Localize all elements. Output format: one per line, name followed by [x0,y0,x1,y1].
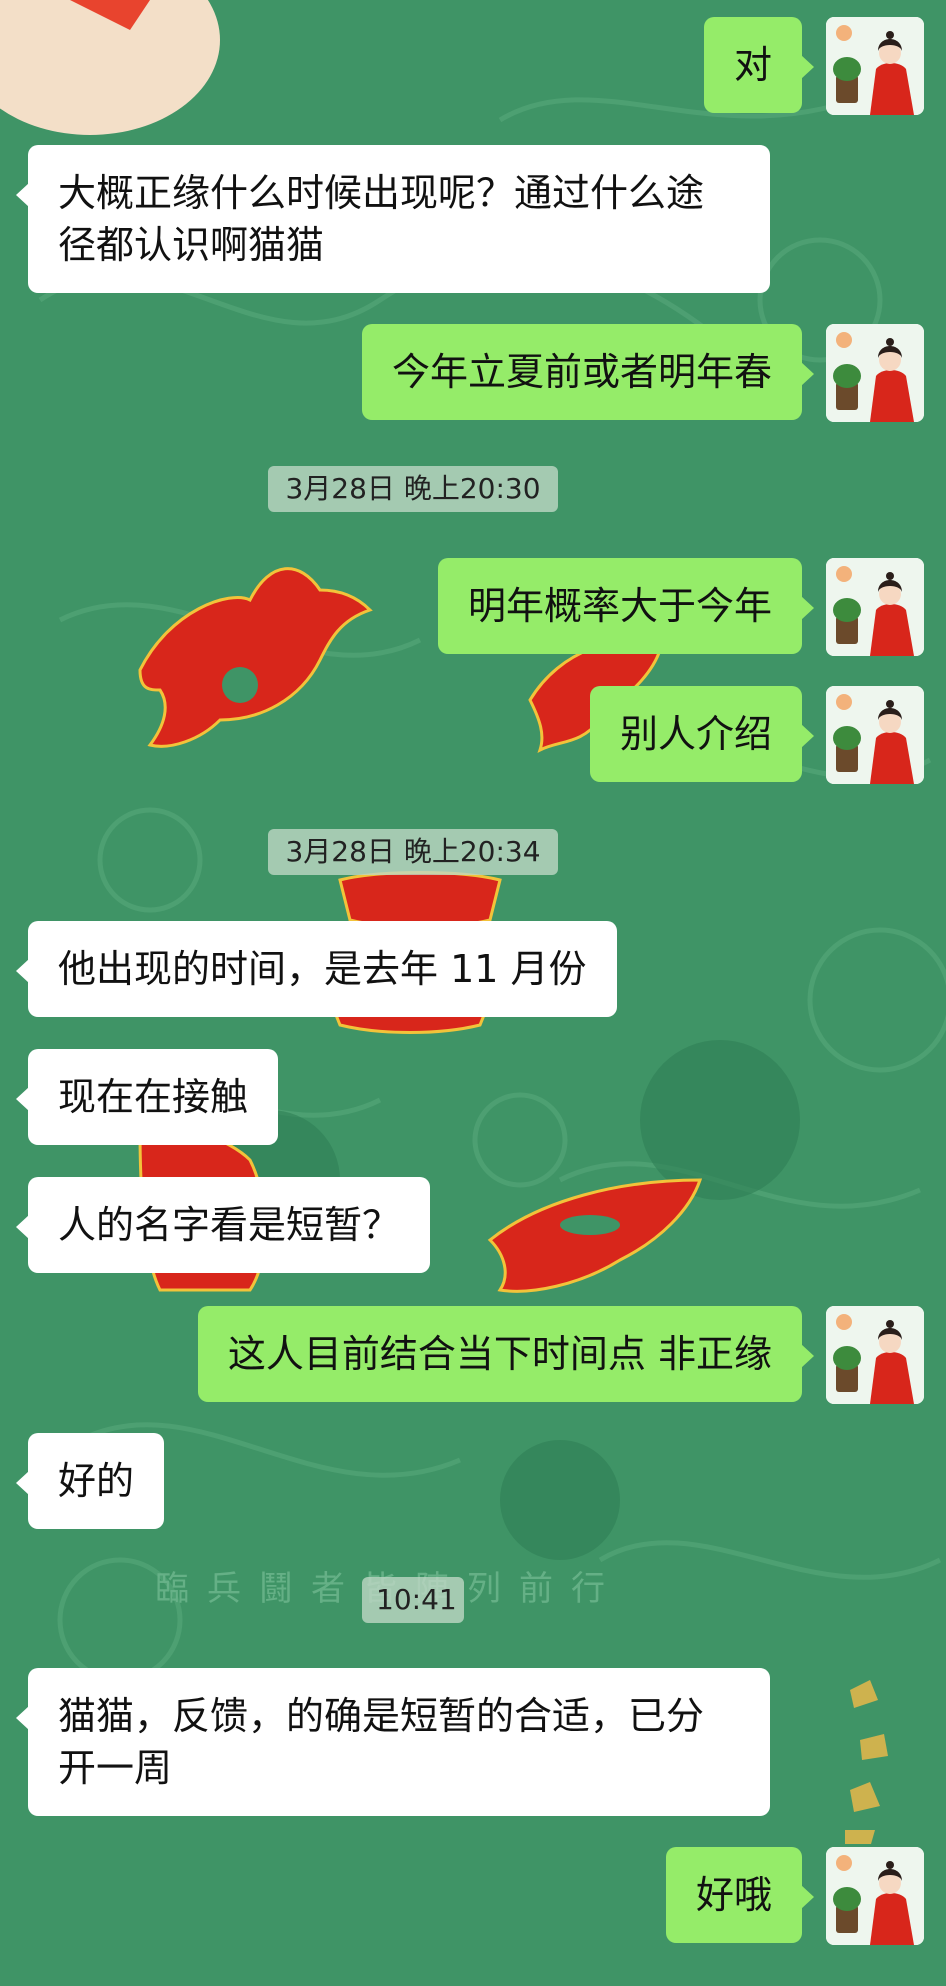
message-bubble-outgoing[interactable]: 好哦 [665,1847,815,1943]
message-bubble-outgoing[interactable]: 这人目前结合当下时间点 非正缘 [197,1306,815,1402]
chat-screen: 臨兵鬪者皆陣列前行 对 大概正缘什么时候出现呢？通过什么途径都认识啊猫猫 今年立… [0,0,946,1986]
avatar-icon[interactable] [826,324,924,422]
message-row: 这人目前结合当下时间点 非正缘 [0,1305,946,1405]
timestamp-label: 10:41 [362,1577,464,1623]
avatar-icon[interactable] [826,17,924,115]
message-bubble-outgoing[interactable]: 明年概率大于今年 [437,558,815,654]
message-bubble-incoming[interactable]: 大概正缘什么时候出现呢？通过什么途径都认识啊猫猫 [16,145,770,293]
message-bubble-outgoing[interactable]: 今年立夏前或者明年春 [361,324,815,420]
avatar-icon[interactable] [826,1306,924,1404]
avatar-woman-red-hanfu-icon [826,686,924,784]
avatar-icon[interactable] [826,558,924,656]
message-row: 好哦 [0,1846,946,1946]
message-bubble-outgoing[interactable]: 对 [703,17,815,113]
avatar-woman-red-hanfu-icon [826,558,924,656]
message-row: 别人介绍 [0,685,946,785]
message-bubble-incoming[interactable]: 猫猫，反馈，的确是短暂的合适，已分开一周 [16,1668,770,1816]
message-row: 现在在接触 [0,1049,946,1147]
message-row: 大概正缘什么时候出现呢？通过什么途径都认识啊猫猫 [0,145,946,293]
avatar-woman-red-hanfu-icon [826,17,924,115]
message-row: 人的名字看是短暂？ [0,1177,946,1275]
timestamp-label: 3月28日 晚上20:30 [268,466,558,512]
message-row: 今年立夏前或者明年春 [0,323,946,423]
message-row: 好的 [0,1433,946,1531]
message-bubble-outgoing[interactable]: 别人介绍 [589,686,815,782]
message-bubble-incoming[interactable]: 好的 [15,1433,165,1529]
avatar-woman-red-hanfu-icon [826,1306,924,1404]
avatar-woman-red-hanfu-icon [826,1847,924,1945]
message-row: 猫猫，反馈，的确是短暂的合适，已分开一周 [0,1668,946,1816]
timestamp-label: 3月28日 晚上20:34 [268,829,558,875]
message-row: 他出现的时间，是去年 11 月份 [0,921,946,1019]
avatar-icon[interactable] [826,686,924,784]
message-row: 对 [0,16,946,116]
avatar-icon[interactable] [826,1847,924,1945]
message-bubble-incoming[interactable]: 现在在接触 [15,1049,279,1145]
avatar-woman-red-hanfu-icon [826,324,924,422]
message-bubble-incoming[interactable]: 他出现的时间，是去年 11 月份 [16,921,617,1017]
message-row: 明年概率大于今年 [0,557,946,657]
message-bubble-incoming[interactable]: 人的名字看是短暂？ [15,1177,431,1273]
